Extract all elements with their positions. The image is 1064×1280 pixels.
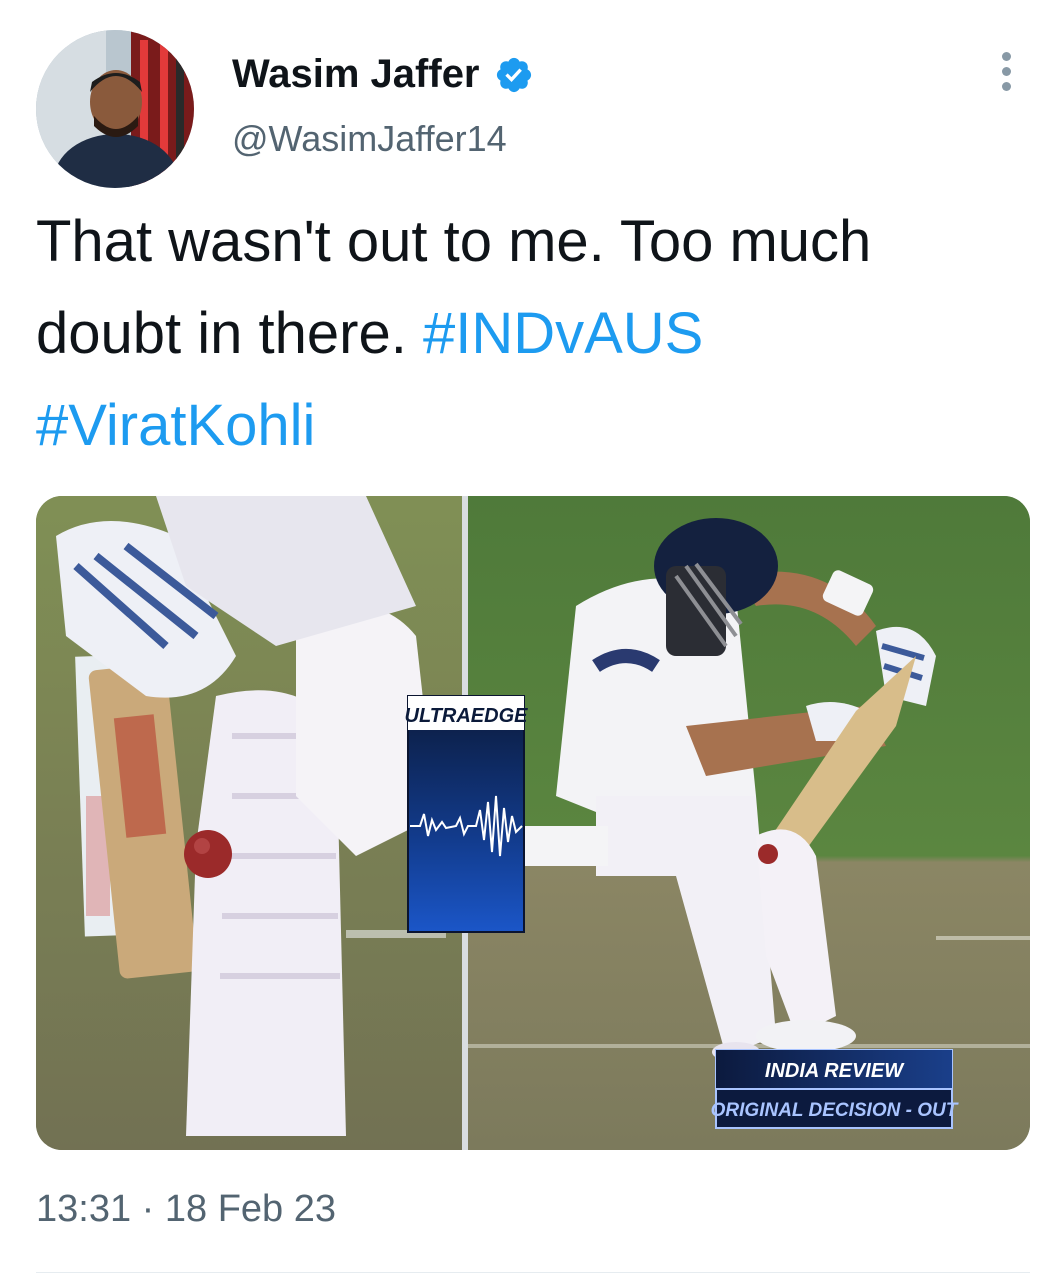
tweet-text: That wasn't out to me. Too much doubt in… — [36, 196, 1026, 472]
hashtag-link[interactable]: #ViratKohli — [36, 393, 315, 458]
author-avatar[interactable] — [36, 30, 194, 188]
author-handle[interactable]: @WasimJaffer14 — [232, 118, 507, 160]
hashtag-link[interactable]: #INDvAUS — [423, 301, 703, 366]
review-title: INDIA REVIEW — [765, 1060, 905, 1082]
cricket-replay-image: ULTRAEDGE INDIA REVIEW ORIGINAL DECISION… — [36, 496, 1030, 1150]
author-name-row[interactable]: Wasim Jaffer — [232, 52, 534, 97]
verified-badge-icon — [496, 57, 531, 92]
more-options-icon[interactable] — [994, 52, 1018, 96]
ultraedge-label: ULTRAEDGE — [405, 705, 529, 727]
tweet-timestamp[interactable]: 13:31 · 18 Feb 23 — [36, 1188, 336, 1231]
avatar-image — [36, 30, 194, 188]
author-name[interactable]: Wasim Jaffer — [232, 52, 480, 97]
review-decision: ORIGINAL DECISION - OUT — [711, 1100, 959, 1121]
divider — [36, 1272, 1030, 1273]
tweet-media-image[interactable]: ULTRAEDGE INDIA REVIEW ORIGINAL DECISION… — [36, 496, 1030, 1150]
